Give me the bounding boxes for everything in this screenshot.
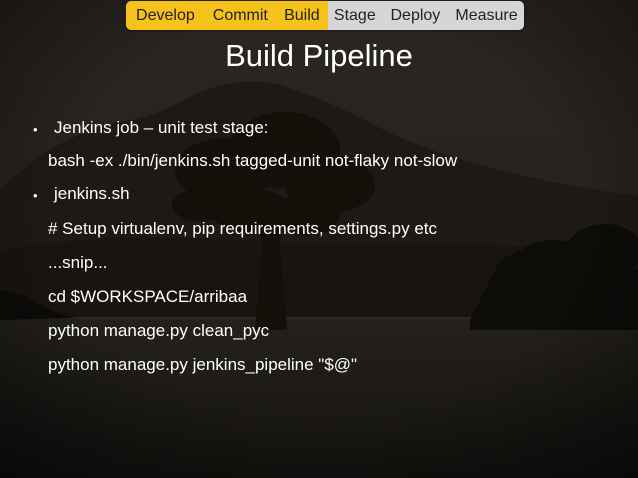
bullet-item-jenkins-job: Jenkins job – unit test stage: bbox=[54, 118, 269, 137]
bullet-marker: • bbox=[33, 122, 38, 137]
code-line-cd: cd $WORKSPACE/arribaa bbox=[48, 287, 248, 306]
code-line-clean-pyc: python manage.py clean_pyc bbox=[48, 321, 270, 340]
bullet-item-jenkins-sh: jenkins.sh bbox=[54, 184, 130, 203]
code-line-snip: ...snip... bbox=[48, 253, 108, 272]
slide: Develop Commit Build Stage Deploy Measur… bbox=[0, 0, 638, 478]
code-line-bash: bash -ex ./bin/jenkins.sh tagged-unit no… bbox=[48, 151, 458, 170]
code-line-pipeline: python manage.py jenkins_pipeline "$@" bbox=[48, 355, 358, 374]
slide-content: • Jenkins job – unit test stage: bash -e… bbox=[0, 0, 638, 478]
code-line-comment: # Setup virtualenv, pip requirements, se… bbox=[48, 219, 437, 238]
bullet-marker: • bbox=[33, 188, 38, 203]
